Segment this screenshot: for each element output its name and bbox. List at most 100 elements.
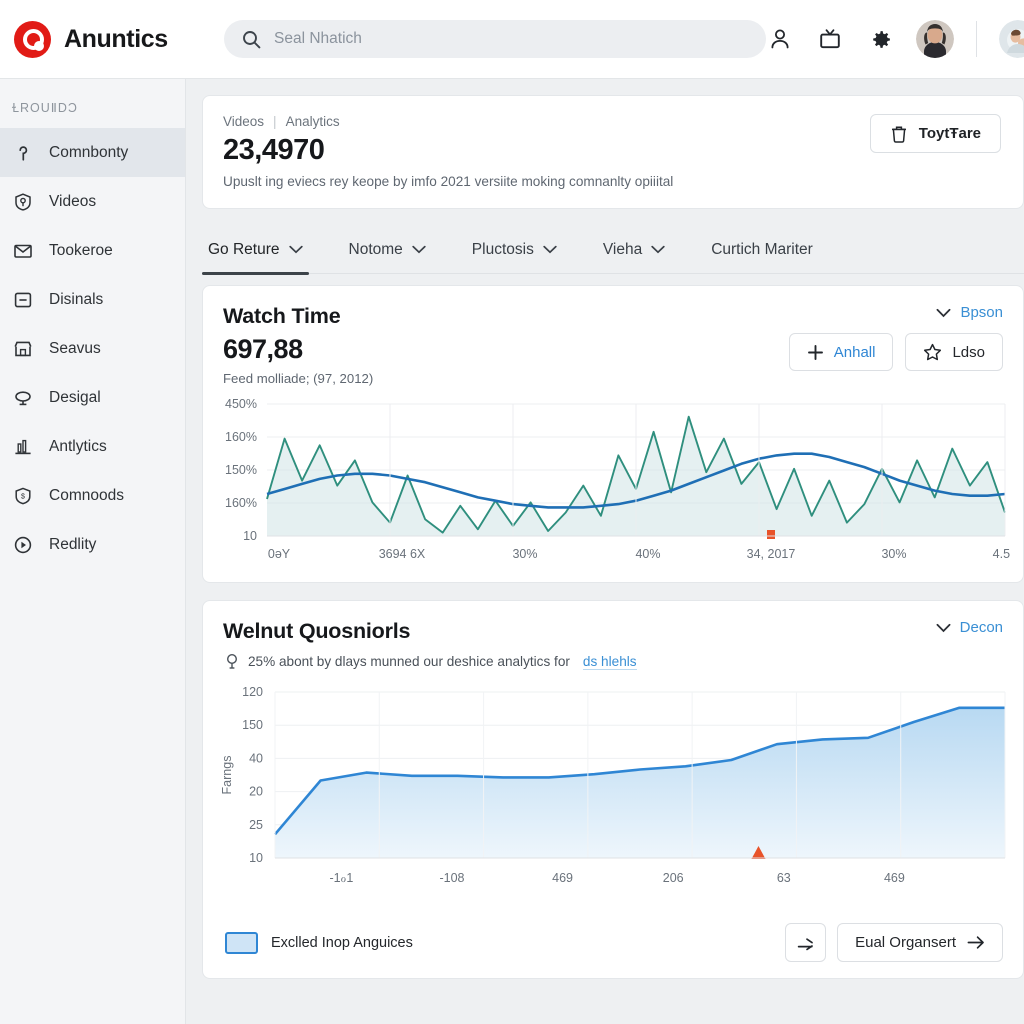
play-circle-icon xyxy=(12,534,34,556)
share-arrow-button[interactable] xyxy=(785,923,827,963)
sidebar-item-seavus[interactable]: Seavus xyxy=(0,324,185,373)
ldso-button-label: Ldso xyxy=(952,343,985,361)
chevron-down-icon xyxy=(651,245,665,254)
avatar[interactable] xyxy=(999,20,1024,58)
sidebar-item-redlity[interactable]: Redlity xyxy=(0,520,185,569)
svg-text:469: 469 xyxy=(884,871,905,885)
eual-organsert-label: Eual Organsert xyxy=(855,934,956,952)
tab-label: Pluctosis xyxy=(471,240,534,258)
sidebar-item-antlytics[interactable]: Antlytics xyxy=(0,422,185,471)
sidebar-item-label: Videos xyxy=(49,192,97,210)
body: ⱢROUⅡDƆ Comnbonty Videos Tookeroe Disina… xyxy=(0,79,1024,1024)
svg-text:-108: -108 xyxy=(439,871,464,885)
svg-text:150: 150 xyxy=(242,719,263,733)
svg-text:160%: 160% xyxy=(225,430,257,444)
sidebar-item-label: Disinals xyxy=(49,290,104,308)
tab-vieha[interactable]: Viehа xyxy=(603,226,665,274)
brand[interactable]: Anuntics xyxy=(14,20,190,58)
welnut-hint-text: 25% abont by dlays munned our deshice an… xyxy=(248,654,570,670)
sidebar-item-desigal[interactable]: Desigal xyxy=(0,373,185,422)
sidebar-item-tookeroe[interactable]: Tookeroe xyxy=(0,226,185,275)
search-bar[interactable] xyxy=(224,20,766,58)
app-logo-icon xyxy=(14,20,51,58)
sidebar-item-comnbonty[interactable]: Comnbonty xyxy=(0,128,185,177)
watch-time-subtitle: Feed molliade; (97, 2012) xyxy=(223,371,374,387)
sidebar: ⱢROUⅡDƆ Comnbonty Videos Tookeroe Disina… xyxy=(0,79,186,1024)
chevron-down-icon xyxy=(936,623,951,633)
watch-time-chart-svg: 450% 160% 150% 160% 10 0әY 3694 6Х 30% 40% 34, 20… xyxy=(225,397,1010,561)
collapse-label: Bpson xyxy=(960,304,1003,322)
tab-go-reture[interactable]: Go Reture xyxy=(202,226,309,275)
svg-text:0әY: 0әY xyxy=(268,547,291,561)
welnut-title: Welnut Quosniorls xyxy=(223,619,411,644)
svg-text:34, 2017: 34, 2017 xyxy=(747,547,796,561)
tab-label: Curtich Mariter xyxy=(711,240,813,258)
watch-time-actions: Bpson Anhall Ldso xyxy=(788,304,1003,372)
capsule-icon xyxy=(12,387,34,409)
eual-organsert-button[interactable]: Eual Organsert xyxy=(837,923,1003,963)
sidebar-item-label: Desigal xyxy=(49,388,101,406)
svg-text:450%: 450% xyxy=(225,397,257,411)
svg-text:Farngs: Farngs xyxy=(220,756,234,795)
legend-swatch xyxy=(225,931,258,954)
avatar[interactable] xyxy=(916,20,954,58)
tab-pluctosis[interactable]: Pluctosis xyxy=(472,226,557,274)
toytare-button[interactable]: ToytŦare xyxy=(869,114,1001,153)
summary-card: Videos | Analytics 23,4970 Upuslt ing ev… xyxy=(202,95,1024,210)
chart-icon xyxy=(12,436,34,458)
top-bar-icons xyxy=(766,20,1024,58)
search-input[interactable] xyxy=(274,30,748,48)
welnut-hint: 25% abont by dlays munned our deshice an… xyxy=(203,644,1023,670)
chevron-down-icon xyxy=(412,245,426,254)
watch-time-card: Watch Time 697,88 Feed molliade; (97, 20… xyxy=(202,285,1024,584)
store-icon xyxy=(12,338,34,360)
breadcrumb-item-analytics[interactable]: Analytics xyxy=(286,114,340,129)
anhall-button-label: Anhall xyxy=(833,343,876,361)
welnut-header: Welnut Quosniorls Decon xyxy=(203,601,1023,644)
summary-text: Videos | Analytics 23,4970 Upuslt ing ev… xyxy=(223,114,673,189)
mail-icon xyxy=(12,240,34,262)
sidebar-item-label: Antlytics xyxy=(49,437,107,455)
svg-text:4.5.2017: 4.5.2017 xyxy=(993,547,1010,561)
ldso-button[interactable]: Ldso xyxy=(905,333,1003,372)
lightbulb-icon xyxy=(225,653,239,670)
plus-icon xyxy=(807,344,824,361)
welnut-chart: 120 150 40 20 25 10 Farngs -1ℴ1 -108 469 206 63 469 xyxy=(203,670,1023,911)
collapse-toggle[interactable]: Decon xyxy=(936,619,1003,636)
sidebar-item-videos[interactable]: Videos xyxy=(0,177,185,226)
welnut-chart-svg: 120 150 40 20 25 10 Farngs -1ℴ1 -108 469 206 63 469 xyxy=(220,685,1006,885)
sidebar-item-disinals[interactable]: Disinals xyxy=(0,275,185,324)
svg-text:120: 120 xyxy=(242,685,263,699)
anhall-button[interactable]: Anhall xyxy=(788,333,894,372)
tab-notome[interactable]: Notome xyxy=(349,226,426,274)
welnut-footer: Exclled Inop Anguices Eual Organsert xyxy=(203,911,1023,978)
tab-curtich-mariter[interactable]: Curtich Mariter xyxy=(711,226,813,274)
watch-time-title: Watch Time xyxy=(223,304,341,329)
watch-time-titles: Watch Time 697,88 Feed molliade; (97, 20… xyxy=(223,304,373,386)
sidebar-item-comnoods[interactable]: $ Comnoods xyxy=(0,471,185,520)
badge-icon xyxy=(12,191,34,213)
gear-icon[interactable] xyxy=(866,25,894,53)
tv-icon[interactable] xyxy=(816,25,844,53)
svg-text:-1ℴ1: -1ℴ1 xyxy=(329,871,353,885)
person-icon[interactable] xyxy=(766,25,794,53)
watch-time-value: 697,88 xyxy=(223,334,303,365)
summary-description: Upuslt ing eviecs rey keope by imfo 2021… xyxy=(223,174,674,190)
main-content: Videos | Analytics 23,4970 Upuslt ing ev… xyxy=(186,79,1024,1024)
collapse-toggle[interactable]: Bpson xyxy=(936,304,1003,321)
chevron-down-icon xyxy=(936,308,951,318)
breadcrumb-item-videos[interactable]: Videos xyxy=(223,114,264,129)
svg-text:25: 25 xyxy=(249,818,263,832)
sidebar-item-label: Comnoods xyxy=(49,486,124,504)
breadcrumb-separator: | xyxy=(273,114,277,129)
welnut-hint-link[interactable]: ds hlehls xyxy=(582,654,637,670)
pin-icon xyxy=(12,142,34,164)
svg-text:10: 10 xyxy=(249,851,263,865)
shield-icon: $ xyxy=(12,485,34,507)
svg-text:40: 40 xyxy=(249,752,263,766)
toytare-button-label: ToytŦare xyxy=(918,125,981,142)
collapse-label: Decon xyxy=(959,619,1003,637)
legend-label: Exclled Inop Anguices xyxy=(271,934,413,951)
share-arrow-icon xyxy=(796,934,816,952)
arrow-right-icon xyxy=(967,935,985,950)
